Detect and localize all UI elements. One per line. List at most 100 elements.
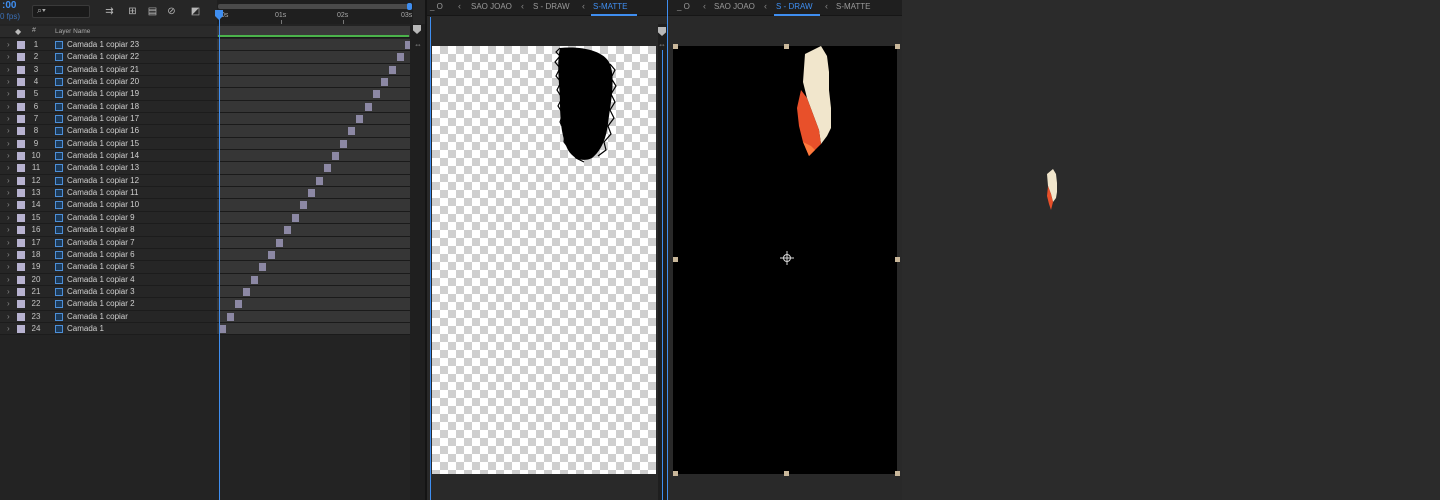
layer-row[interactable]: › 10 Camada 1 copiar 14: [0, 150, 217, 163]
layer-row[interactable]: › 6 Camada 1 copiar 18: [0, 100, 217, 114]
current-timecode[interactable]: :00: [2, 1, 16, 11]
label-color-chip[interactable]: [17, 189, 25, 198]
layer-track[interactable]: [217, 261, 410, 274]
layer-track[interactable]: [217, 100, 410, 114]
transform-handle-top-right[interactable]: [895, 44, 900, 49]
layer-track[interactable]: [217, 162, 410, 175]
label-color-chip[interactable]: [17, 90, 25, 99]
layer-duration-bar[interactable]: [316, 176, 323, 185]
layer-track[interactable]: [217, 187, 410, 200]
layer-name[interactable]: Camada 1 copiar 4: [67, 275, 135, 284]
layer-name[interactable]: Camada 1: [67, 324, 104, 333]
current-time-indicator[interactable]: [219, 18, 220, 500]
layer-duration-bar[interactable]: [365, 102, 372, 111]
comp-marker-icon[interactable]: [413, 25, 421, 34]
layer-name[interactable]: Camada 1 copiar 11: [67, 188, 138, 197]
viewer-lock-icon[interactable]: _ O: [677, 2, 690, 11]
layer-row[interactable]: › 12 Camada 1 copiar 12: [0, 174, 217, 188]
label-color-chip[interactable]: [17, 139, 25, 148]
layer-row[interactable]: › 2 Camada 1 copiar 22: [0, 51, 217, 64]
chevron-right-icon[interactable]: ›: [7, 250, 10, 259]
layer-name[interactable]: Camada 1 copiar 5: [67, 262, 135, 271]
label-color-chip[interactable]: [17, 238, 25, 247]
layer-name[interactable]: Camada 1 copiar 15: [67, 139, 139, 148]
layer-duration-bar[interactable]: [292, 213, 299, 222]
layer-track[interactable]: [217, 248, 410, 262]
label-color-chip[interactable]: [17, 102, 25, 111]
chevron-right-icon[interactable]: ›: [7, 163, 10, 172]
chevron-right-icon[interactable]: ›: [7, 126, 10, 135]
layer-name[interactable]: Camada 1 copiar 2: [67, 299, 135, 308]
layer-duration-bar[interactable]: [332, 152, 339, 161]
layer-name[interactable]: Camada 1 copiar 23: [67, 40, 139, 49]
label-color-chip[interactable]: [17, 176, 25, 185]
layer-row[interactable]: › 8 Camada 1 copiar 16: [0, 125, 217, 138]
layer-track[interactable]: [217, 174, 410, 188]
layer-search-input[interactable]: ⌕▾: [32, 5, 90, 18]
tab-s-matte[interactable]: S-MATTE: [836, 2, 871, 11]
chevron-right-icon[interactable]: ›: [7, 324, 10, 333]
chevron-right-icon[interactable]: ›: [7, 287, 10, 296]
label-color-chip[interactable]: [17, 65, 25, 74]
layer-duration-bar[interactable]: [381, 78, 388, 87]
layer-duration-bar[interactable]: [348, 127, 355, 136]
layer-name[interactable]: Camada 1 copiar 8: [67, 225, 135, 234]
frame-blending-icon[interactable]: ⊘: [165, 6, 178, 17]
layer-track[interactable]: [217, 51, 410, 64]
label-tag-icon[interactable]: ◆: [15, 27, 21, 36]
layer-row[interactable]: › 22 Camada 1 copiar 2: [0, 298, 217, 311]
work-area-end-handle[interactable]: [407, 3, 412, 10]
layer-name[interactable]: Camada 1 copiar 3: [67, 287, 135, 296]
viewer-lock-icon[interactable]: _ O: [430, 2, 443, 11]
layer-track[interactable]: [217, 224, 410, 237]
chevron-right-icon[interactable]: ›: [7, 139, 10, 148]
layer-row[interactable]: › 4 Camada 1 copiar 20: [0, 76, 217, 89]
layer-track[interactable]: [217, 39, 412, 52]
transform-handle-bottom-left[interactable]: [673, 471, 678, 476]
layer-name[interactable]: Camada 1 copiar 12: [67, 176, 139, 185]
layer-track[interactable]: [217, 199, 410, 212]
layer-duration-bar[interactable]: [227, 312, 234, 321]
layer-row[interactable]: › 17 Camada 1 copiar 7: [0, 236, 217, 249]
layer-name[interactable]: Camada 1 copiar 21: [67, 65, 139, 74]
layer-duration-bar[interactable]: [219, 324, 226, 333]
layer-duration-bar[interactable]: [308, 189, 315, 198]
graph-editor-icon[interactable]: ◩: [189, 6, 202, 17]
layer-duration-bar[interactable]: [356, 115, 363, 124]
chevron-right-icon[interactable]: ›: [7, 275, 10, 284]
chevron-right-icon[interactable]: ›: [7, 176, 10, 185]
layer-name[interactable]: Camada 1 copiar 20: [67, 77, 139, 86]
label-color-chip[interactable]: [17, 275, 25, 284]
label-color-chip[interactable]: [17, 226, 25, 235]
layer-track[interactable]: [217, 125, 410, 138]
layer-duration-bar[interactable]: [276, 238, 283, 247]
layer-track[interactable]: [217, 88, 410, 101]
layer-duration-bar[interactable]: [373, 90, 380, 99]
layer-track[interactable]: [217, 63, 410, 77]
layer-name[interactable]: Camada 1 copiar 19: [67, 89, 139, 98]
layer-name[interactable]: Camada 1 copiar 10: [67, 200, 139, 209]
layer-duration-bar[interactable]: [235, 300, 242, 309]
tab-sao-joao[interactable]: SAO JOAO: [714, 2, 755, 11]
chevron-right-icon[interactable]: ›: [7, 312, 10, 321]
layer-name[interactable]: Camada 1 copiar 17: [67, 114, 139, 123]
draft-3d-icon[interactable]: ⊞: [126, 6, 139, 17]
label-color-chip[interactable]: [17, 53, 25, 62]
label-color-chip[interactable]: [17, 201, 25, 210]
label-color-chip[interactable]: [17, 78, 25, 87]
layer-duration-bar[interactable]: [340, 139, 347, 148]
layer-row[interactable]: › 20 Camada 1 copiar 4: [0, 273, 217, 286]
label-color-chip[interactable]: [17, 115, 25, 124]
layer-track[interactable]: [217, 76, 410, 89]
layer-row[interactable]: › 11 Camada 1 copiar 13: [0, 162, 217, 175]
transform-handle-top-left[interactable]: [673, 44, 678, 49]
layer-row[interactable]: › 23 Camada 1 copiar: [0, 310, 217, 323]
timeline-scrollbar[interactable]: ⇔: [410, 24, 425, 500]
layer-name[interactable]: Camada 1 copiar 14: [67, 151, 139, 160]
tab-s-draw[interactable]: S - DRAW: [533, 2, 570, 11]
chevron-right-icon[interactable]: ›: [7, 262, 10, 271]
layer-name[interactable]: Camada 1 copiar 18: [67, 102, 139, 111]
label-color-chip[interactable]: [17, 127, 25, 136]
label-color-chip[interactable]: [17, 41, 25, 49]
layer-track[interactable]: [217, 273, 410, 286]
